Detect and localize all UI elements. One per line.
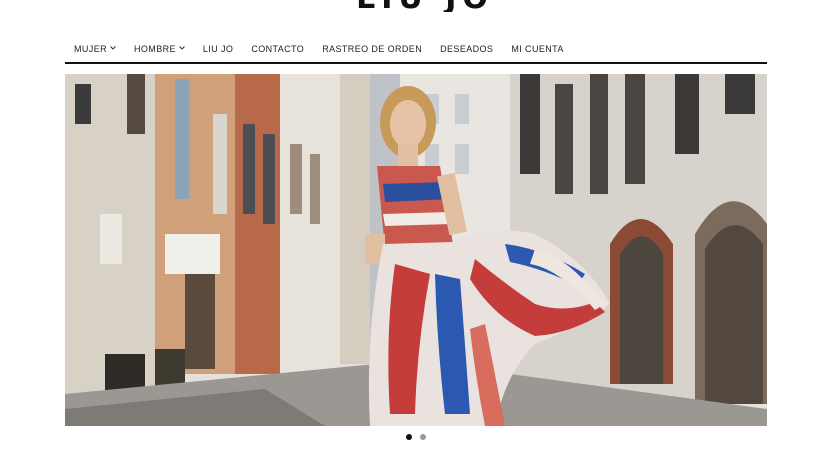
- hero-photo-illustration: [65, 74, 767, 426]
- nav-item-label: DESEADOS: [440, 44, 494, 54]
- nav-item-rastreo-de-orden[interactable]: RASTREO DE ORDEN: [322, 44, 422, 54]
- main-navigation: MUJER HOMBRE LIU JO CONTACTO RASTREO DE …: [65, 36, 767, 64]
- logo-text: LIU JO: [350, 0, 500, 12]
- slider-dot-2[interactable]: [420, 434, 426, 440]
- nav-item-label: MI CUENTA: [511, 44, 564, 54]
- chevron-down-icon: [179, 45, 185, 51]
- nav-item-deseados[interactable]: DESEADOS: [440, 44, 493, 54]
- nav-item-hombre[interactable]: HOMBRE: [134, 44, 185, 54]
- brand-logo[interactable]: LIU JO: [350, 0, 500, 12]
- nav-item-label: RASTREO DE ORDEN: [322, 44, 423, 54]
- nav-item-liu-jo[interactable]: LIU JO: [203, 44, 233, 54]
- nav-item-mi-cuenta[interactable]: MI CUENTA: [511, 44, 563, 54]
- slider-dot-1[interactable]: [406, 434, 412, 440]
- nav-item-label: HOMBRE: [134, 44, 176, 54]
- nav-item-mujer[interactable]: MUJER: [74, 44, 116, 54]
- slider-pagination: [0, 434, 832, 442]
- hero-slide-image[interactable]: [65, 74, 767, 426]
- nav-item-contacto[interactable]: CONTACTO: [251, 44, 304, 54]
- chevron-down-icon: [110, 45, 116, 51]
- nav-item-label: CONTACTO: [251, 44, 305, 54]
- nav-item-label: MUJER: [74, 44, 107, 54]
- page: LIU JO MUJER HOMBRE LIU JO CONTACTO RAST…: [0, 0, 832, 468]
- nav-item-label: LIU JO: [202, 44, 234, 54]
